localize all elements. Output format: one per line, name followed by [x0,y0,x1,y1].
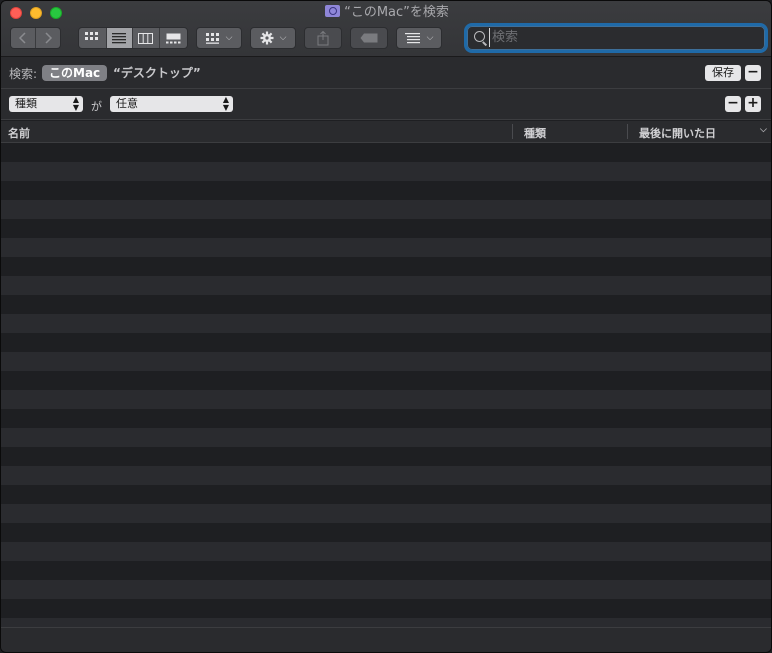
group-icon [205,32,219,44]
empty-row [1,580,771,599]
empty-row [1,181,771,200]
criteria-value-text: 任意 [116,97,138,110]
empty-row [1,428,771,447]
empty-row [1,238,771,257]
smart-folder-icon [325,5,341,17]
updown-chevron-icon: ▲ ▼ [72,95,79,112]
scope-desktop-button[interactable]: “デスクトップ” [106,65,208,81]
criteria-attribute-popup[interactable]: 種類 ▲ ▼ [9,96,83,112]
remove-criteria-button[interactable]: − [725,96,741,112]
search-field[interactable] [467,26,765,50]
icon-view-button[interactable] [79,28,107,48]
group-button[interactable]: ⌵ [196,27,242,49]
save-search-button[interactable]: 保存 [705,65,741,81]
empty-row [1,295,771,314]
empty-row [1,257,771,276]
share-button[interactable] [304,27,342,49]
back-button[interactable] [11,28,36,48]
gear-icon [260,31,274,45]
column-view-button[interactable] [133,28,160,48]
tag-icon [360,33,378,43]
action-button[interactable]: ⌵ [250,27,296,49]
column-divider[interactable] [627,124,628,139]
column-view-icon [138,32,154,44]
chevron-right-icon [45,32,52,44]
add-criteria-button[interactable]: + [745,96,761,112]
chevron-down-icon: ⌵ [225,33,233,43]
empty-row [1,276,771,295]
column-header-kind[interactable]: 種類 [524,125,546,141]
window-title-area: “このMac”を検索 [1,4,771,22]
window-title: “このMac”を検索 [344,5,449,20]
view-mode-control [78,27,188,49]
empty-row [1,561,771,580]
updown-chevron-icon: ▲ ▼ [222,95,229,112]
empty-row [1,542,771,561]
search-icon [474,31,485,42]
search-criteria-row: 種類 ▲ ▼ が 任意 ▲ ▼ [1,89,771,120]
criteria-connector: が [91,100,102,113]
empty-row [1,390,771,409]
empty-row [1,618,771,627]
chevron-down-icon: ⌵ [279,33,287,43]
list-view-icon [112,32,127,43]
column-header-row: 名前 種類 最後に開いた日 ⌵ [1,121,771,143]
tag-button[interactable] [350,27,388,49]
back-forward-control [10,27,61,49]
empty-row [1,352,771,371]
empty-row [1,333,771,352]
column-header-name[interactable]: 名前 [8,125,30,141]
empty-row [1,504,771,523]
scope-label: 検索: [9,67,38,81]
results-list[interactable] [1,143,771,627]
scope-this-mac-button[interactable]: このMac [42,65,108,81]
toolbar: “このMac”を検索 ⌵ ⌵ ⌵ 検索 [1,1,771,57]
empty-row [1,143,771,162]
share-icon [317,30,329,45]
remove-scope-button[interactable]: − [745,65,761,81]
icon-view-icon [85,32,99,40]
empty-row [1,371,771,390]
arrange-button[interactable]: ⌵ [396,27,442,49]
empty-row [1,447,771,466]
column-divider[interactable] [512,124,513,139]
gallery-view-icon [165,33,181,43]
criteria-attribute-value: 種類 [15,97,37,110]
empty-row [1,409,771,428]
search-input[interactable] [489,28,760,47]
finder-search-window: “このMac”を検索 ⌵ ⌵ ⌵ 検索 検索: このMac “デスクトップ” 保… [0,0,772,653]
empty-row [1,523,771,542]
empty-row [1,219,771,238]
column-header-last-opened[interactable]: 最後に開いた日 [639,125,716,141]
empty-row [1,200,771,219]
search-scope-bar: 検索: このMac “デスクトップ” [1,57,771,89]
chevron-left-icon [18,32,26,44]
empty-row [1,314,771,333]
forward-button[interactable] [35,28,60,48]
sort-chevron-icon: ⌵ [760,125,767,135]
empty-row [1,162,771,181]
arrange-icon [404,32,420,43]
empty-row [1,599,771,618]
criteria-value-popup[interactable]: 任意 ▲ ▼ [110,96,233,112]
list-view-button[interactable] [106,28,134,48]
empty-row [1,466,771,485]
gallery-view-button[interactable] [159,28,187,48]
chevron-down-icon: ⌵ [426,33,434,43]
status-bar [1,627,771,652]
empty-row [1,485,771,504]
